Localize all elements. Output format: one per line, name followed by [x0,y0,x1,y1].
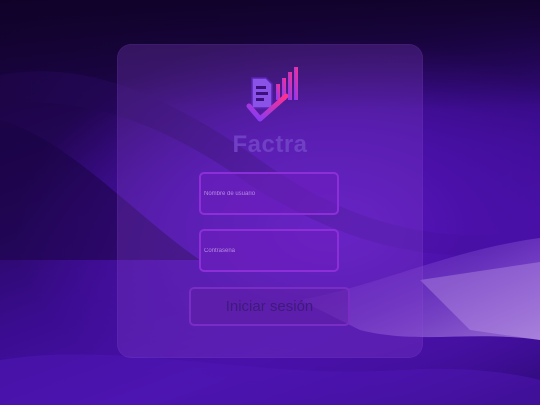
username-input[interactable] [201,174,337,213]
password-input[interactable] [201,231,337,270]
password-field[interactable] [199,229,339,272]
brand-name: Factra [232,131,308,158]
login-button[interactable]: Iniciar sesión [189,287,350,326]
invoice-chart-check-icon [246,64,304,126]
username-field[interactable] [199,172,339,215]
